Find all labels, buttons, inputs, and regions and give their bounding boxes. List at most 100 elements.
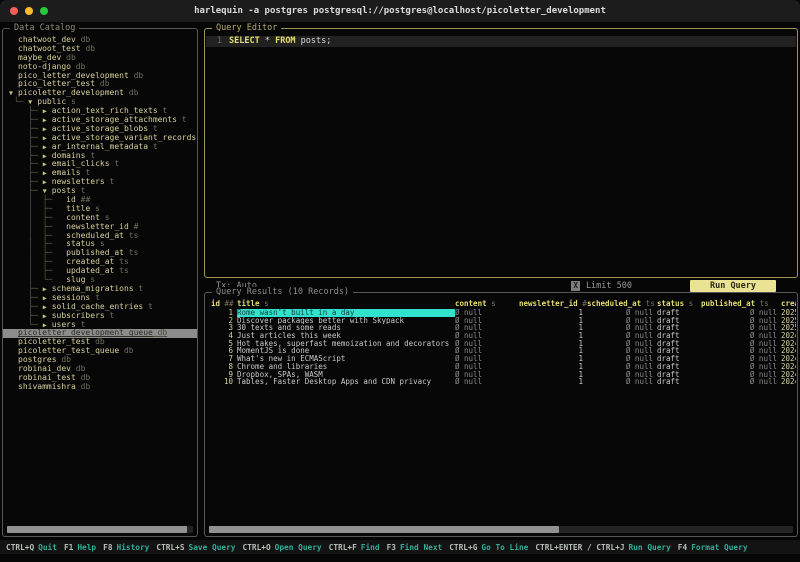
footer-shortcut[interactable]: F1Help bbox=[64, 543, 96, 552]
expand-arrow-icon[interactable]: ▶ bbox=[43, 125, 52, 134]
footer-shortcut[interactable]: CTRL+ENTER / CTRL+JRun Query bbox=[535, 543, 670, 552]
results-column-header[interactable]: id ## bbox=[211, 299, 237, 308]
expand-arrow-icon[interactable]: ▶ bbox=[43, 107, 52, 116]
footer-shortcut[interactable]: CTRL+SSave Query bbox=[156, 543, 235, 552]
results-column-header[interactable]: newsletter_id # bbox=[519, 299, 587, 308]
cell-scheduled-at[interactable]: Ø null bbox=[587, 332, 657, 340]
expand-arrow-icon[interactable]: ▶ bbox=[43, 169, 52, 178]
cell-created-at[interactable]: 2024 bbox=[781, 332, 796, 340]
cell-content[interactable]: Ø null bbox=[455, 340, 519, 348]
cell-status[interactable]: draft bbox=[657, 317, 701, 325]
cell-published-at[interactable]: Ø null bbox=[701, 340, 781, 348]
cell-id[interactable]: 5 bbox=[211, 340, 237, 348]
cell-scheduled-at[interactable]: Ø null bbox=[587, 355, 657, 363]
catalog-item[interactable]: ▼picoletter_development db bbox=[3, 89, 197, 98]
table-row[interactable]: 4 Just articles this week Ø null 1 Ø nul… bbox=[211, 332, 796, 340]
cell-content[interactable]: Ø null bbox=[455, 347, 519, 355]
cell-scheduled-at[interactable]: Ø null bbox=[587, 324, 657, 332]
catalog-hscrollbar[interactable] bbox=[7, 526, 193, 533]
cell-id[interactable]: 1 bbox=[211, 309, 237, 317]
cell-published-at[interactable]: Ø null bbox=[701, 309, 781, 317]
cell-content[interactable]: Ø null bbox=[455, 355, 519, 363]
expand-arrow-icon[interactable]: ▶ bbox=[43, 178, 52, 187]
cell-title[interactable]: Just articles this week bbox=[237, 332, 455, 340]
table-row[interactable]: 3 30 texts and some reads Ø null 1 Ø nul… bbox=[211, 324, 796, 332]
cell-published-at[interactable]: Ø null bbox=[701, 371, 781, 379]
cell-id[interactable]: 2 bbox=[211, 317, 237, 325]
table-row[interactable]: 2 Discover packages better with Skypack … bbox=[211, 317, 796, 325]
cell-published-at[interactable]: Ø null bbox=[701, 324, 781, 332]
cell-content[interactable]: Ø null bbox=[455, 332, 519, 340]
cell-title[interactable]: Rome wasn't built in a day bbox=[237, 309, 455, 317]
cell-content[interactable]: Ø null bbox=[455, 317, 519, 325]
expand-arrow-icon[interactable]: ▶ bbox=[43, 160, 52, 169]
footer-shortcut[interactable]: F4Format Query bbox=[678, 543, 748, 552]
footer-shortcut[interactable]: CTRL+FFind bbox=[329, 543, 380, 552]
cell-newsletter-id[interactable]: 1 bbox=[519, 317, 587, 325]
footer-shortcut[interactable]: CTRL+OOpen Query bbox=[243, 543, 322, 552]
cell-status[interactable]: draft bbox=[657, 355, 701, 363]
cell-title[interactable]: Chrome and libraries bbox=[237, 363, 455, 371]
footer-shortcut[interactable]: CTRL+QQuit bbox=[6, 543, 57, 552]
editor-current-line[interactable]: 1 SELECT * FROM posts; bbox=[206, 36, 796, 47]
limit-label[interactable]: Limit 500 bbox=[586, 281, 632, 291]
cell-id[interactable]: 8 bbox=[211, 363, 237, 371]
cell-content[interactable]: Ø null bbox=[455, 309, 519, 317]
cell-title[interactable]: What's new in ECMAScript bbox=[237, 355, 455, 363]
cell-created-at[interactable]: 2025 bbox=[781, 324, 796, 332]
cell-newsletter-id[interactable]: 1 bbox=[519, 340, 587, 348]
cell-newsletter-id[interactable]: 1 bbox=[519, 332, 587, 340]
cell-scheduled-at[interactable]: Ø null bbox=[587, 371, 657, 379]
cell-newsletter-id[interactable]: 1 bbox=[519, 324, 587, 332]
catalog-hscrollbar-thumb[interactable] bbox=[7, 526, 187, 533]
cell-status[interactable]: draft bbox=[657, 324, 701, 332]
expand-arrow-icon[interactable]: ▶ bbox=[43, 143, 52, 152]
catalog-item[interactable]: shivammishra db bbox=[3, 383, 197, 392]
results-column-header[interactable]: scheduled_at ts bbox=[587, 299, 657, 308]
results-column-header[interactable]: published_at ts bbox=[701, 299, 781, 308]
cell-published-at[interactable]: Ø null bbox=[701, 317, 781, 325]
footer-shortcut[interactable]: F3Find Next bbox=[387, 543, 443, 552]
cell-created-at[interactable]: 2024 bbox=[781, 371, 796, 379]
run-query-button[interactable]: Run Query bbox=[690, 280, 776, 292]
limit-checkbox[interactable]: X bbox=[571, 281, 580, 291]
cell-created-at[interactable]: 2024 bbox=[781, 347, 796, 355]
cell-created-at[interactable]: 2025 bbox=[781, 309, 796, 317]
cell-title[interactable]: 30 texts and some reads bbox=[237, 324, 455, 332]
results-column-header[interactable]: created_at ts bbox=[781, 299, 796, 308]
editor-body[interactable]: 1 SELECT * FROM posts; bbox=[206, 36, 796, 275]
expand-arrow-icon[interactable]: ▶ bbox=[43, 134, 52, 143]
cell-published-at[interactable]: Ø null bbox=[701, 332, 781, 340]
cell-created-at[interactable]: 2024 bbox=[781, 355, 796, 363]
cell-scheduled-at[interactable]: Ø null bbox=[587, 347, 657, 355]
cell-status[interactable]: draft bbox=[657, 332, 701, 340]
cell-id[interactable]: 6 bbox=[211, 347, 237, 355]
expand-arrow-icon[interactable]: ▶ bbox=[43, 294, 52, 303]
cell-id[interactable]: 9 bbox=[211, 371, 237, 379]
cell-title[interactable]: Hot takes, superfast memoization and dec… bbox=[237, 340, 455, 348]
cell-published-at[interactable]: Ø null bbox=[701, 363, 781, 371]
cell-newsletter-id[interactable]: 1 bbox=[519, 347, 587, 355]
results-column-header[interactable]: title s bbox=[237, 299, 455, 308]
cell-newsletter-id[interactable]: 1 bbox=[519, 355, 587, 363]
cell-scheduled-at[interactable]: Ø null bbox=[587, 378, 657, 386]
table-row[interactable]: 5 Hot takes, superfast memoization and d… bbox=[211, 340, 796, 348]
table-row[interactable]: 10 Tables, Faster Desktop Apps and CDN p… bbox=[211, 378, 796, 386]
cell-published-at[interactable]: Ø null bbox=[701, 378, 781, 386]
query-editor-panel[interactable]: Query Editor 1 SELECT * FROM posts; bbox=[204, 28, 798, 278]
cell-scheduled-at[interactable]: Ø null bbox=[587, 317, 657, 325]
cell-published-at[interactable]: Ø null bbox=[701, 347, 781, 355]
table-row[interactable]: 6 MomentJS is done Ø null 1 Ø null draft… bbox=[211, 347, 796, 355]
cell-status[interactable]: draft bbox=[657, 378, 701, 386]
cell-newsletter-id[interactable]: 1 bbox=[519, 378, 587, 386]
cell-id[interactable]: 10 bbox=[211, 378, 237, 386]
cell-title[interactable]: Discover packages better with Skypack bbox=[237, 317, 455, 325]
cell-newsletter-id[interactable]: 1 bbox=[519, 309, 587, 317]
cell-created-at[interactable]: 2024 bbox=[781, 363, 796, 371]
cell-title[interactable]: MomentJS is done bbox=[237, 347, 455, 355]
cell-status[interactable]: draft bbox=[657, 363, 701, 371]
cell-status[interactable]: draft bbox=[657, 340, 701, 348]
expand-arrow-icon[interactable]: ▶ bbox=[43, 116, 52, 125]
cell-newsletter-id[interactable]: 1 bbox=[519, 371, 587, 379]
results-column-header[interactable]: status s bbox=[657, 299, 701, 308]
